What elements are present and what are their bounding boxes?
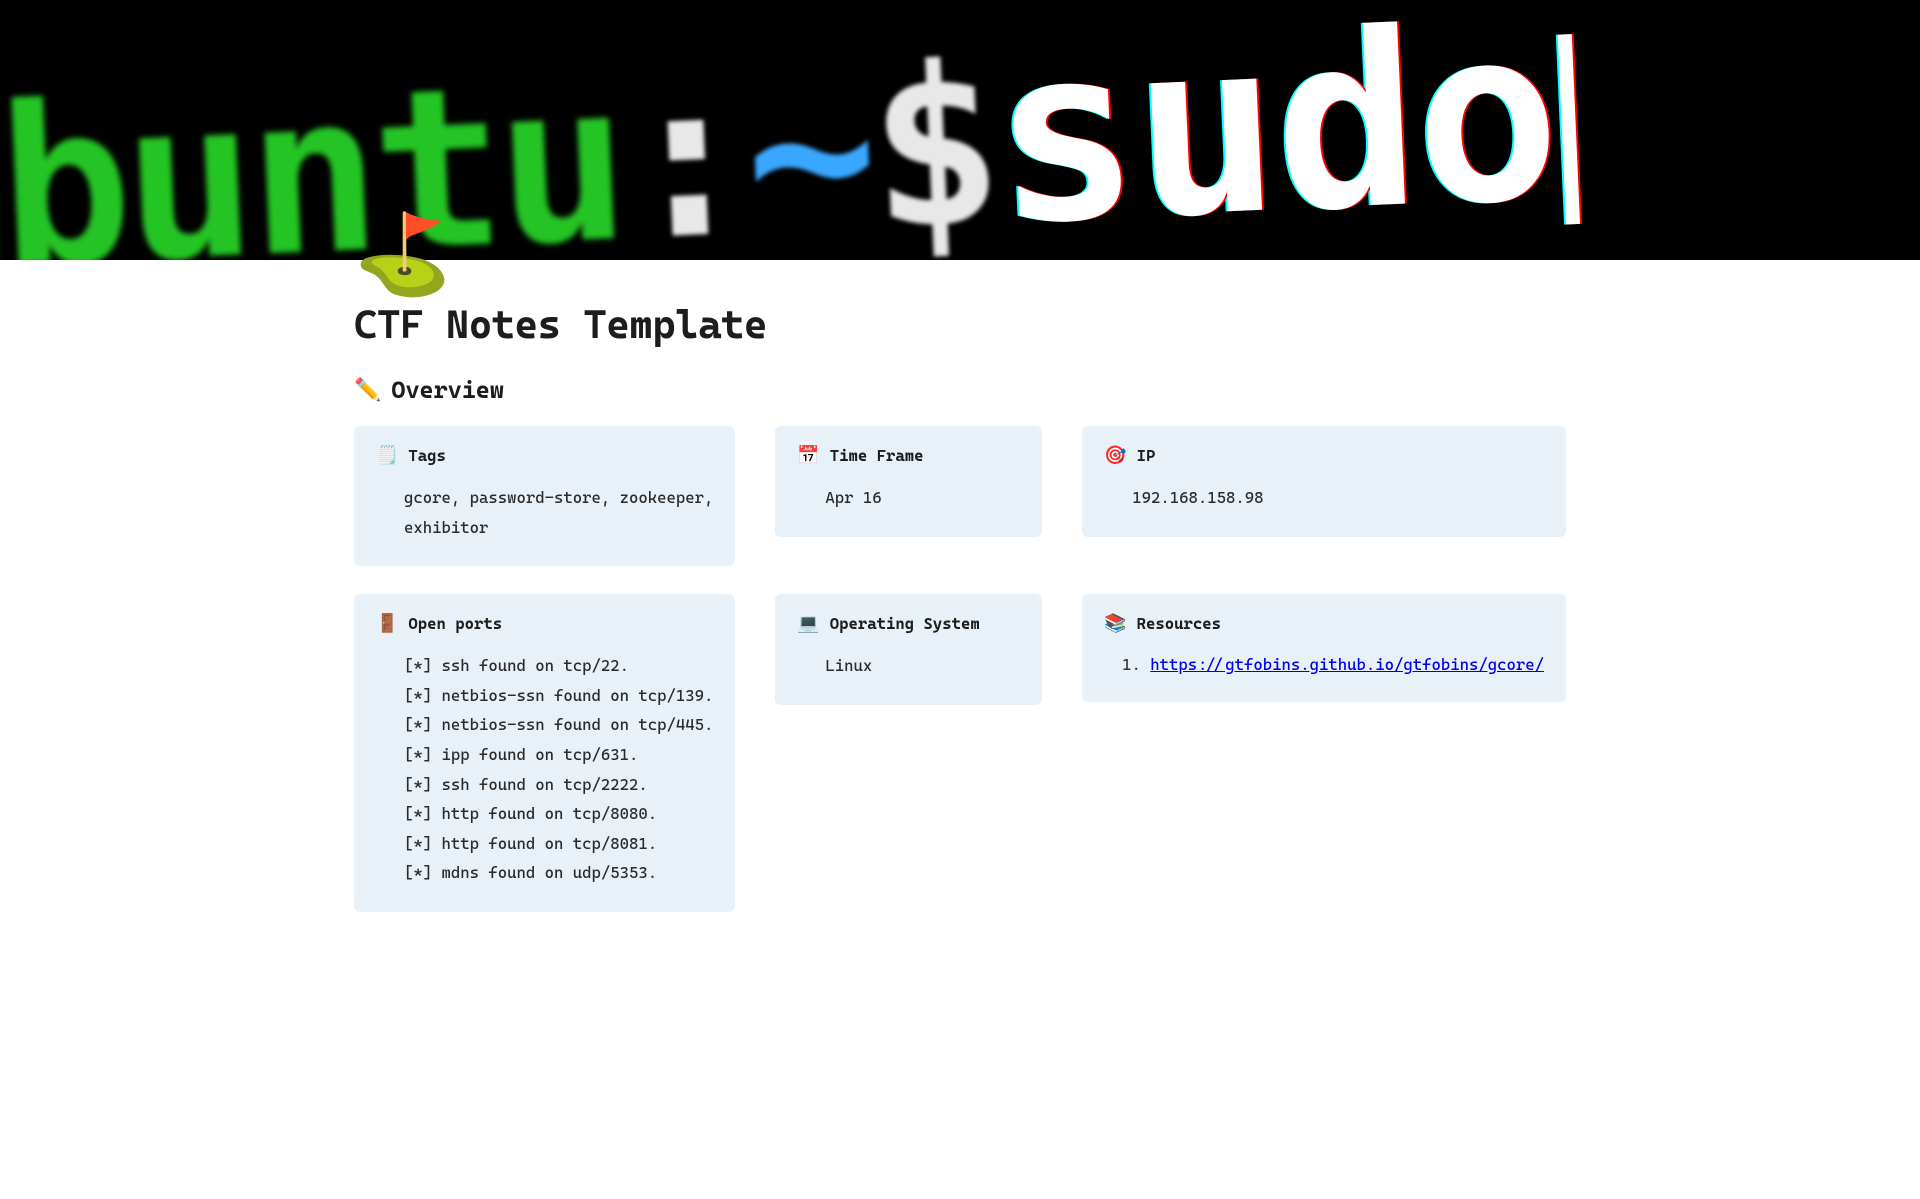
page-content: ⛳ CTF Notes Template ✏️ Overview 🗒️ Tags…	[354, 216, 1566, 972]
laptop-icon: 💻	[797, 615, 819, 633]
card-tags-title: Tags	[408, 446, 446, 465]
page-icon[interactable]: ⛳	[354, 216, 1566, 294]
resource-item: https://gtfobins.github.io/gtfobins/gcor…	[1150, 651, 1544, 678]
card-timeframe-value[interactable]: Apr 16	[797, 483, 1020, 513]
card-ports-value[interactable]: [*] ssh found on tcp/22. [*] netbios-ssn…	[376, 651, 713, 888]
books-icon: 📚	[1104, 615, 1126, 633]
notepad-icon: 🗒️	[376, 447, 398, 465]
page-title[interactable]: CTF Notes Template	[354, 302, 1566, 348]
overview-heading[interactable]: ✏️ Overview	[354, 376, 1566, 404]
card-tags[interactable]: 🗒️ Tags gcore, password-store, zookeeper…	[354, 426, 735, 566]
card-os-title: Operating System	[830, 614, 980, 633]
card-resources-list: https://gtfobins.github.io/gtfobins/gcor…	[1104, 651, 1544, 678]
card-timeframe[interactable]: 📅 Time Frame Apr 16	[775, 426, 1042, 537]
card-os-value[interactable]: Linux	[797, 651, 1020, 681]
card-ip[interactable]: 🎯 IP 192.168.158.98	[1082, 426, 1566, 537]
calendar-icon: 📅	[797, 447, 819, 465]
card-resources[interactable]: 📚 Resources https://gtfobins.github.io/g…	[1082, 594, 1566, 702]
target-icon: 🎯	[1104, 447, 1126, 465]
pencil-icon: ✏️	[354, 378, 381, 403]
card-ports[interactable]: 🚪 Open ports [*] ssh found on tcp/22. [*…	[354, 594, 735, 912]
card-resources-title: Resources	[1137, 614, 1221, 633]
overview-label: Overview	[391, 376, 504, 404]
card-ip-title: IP	[1137, 446, 1156, 465]
card-ip-value[interactable]: 192.168.158.98	[1104, 483, 1544, 513]
resource-link[interactable]: https://gtfobins.github.io/gtfobins/gcor…	[1150, 655, 1544, 674]
card-ports-title: Open ports	[408, 614, 502, 633]
card-timeframe-title: Time Frame	[830, 446, 924, 465]
door-icon: 🚪	[376, 615, 398, 633]
card-tags-value[interactable]: gcore, password-store, zookeeper, exhibi…	[376, 483, 713, 542]
card-os[interactable]: 💻 Operating System Linux	[775, 594, 1042, 705]
cover-cursor	[1558, 34, 1580, 224]
